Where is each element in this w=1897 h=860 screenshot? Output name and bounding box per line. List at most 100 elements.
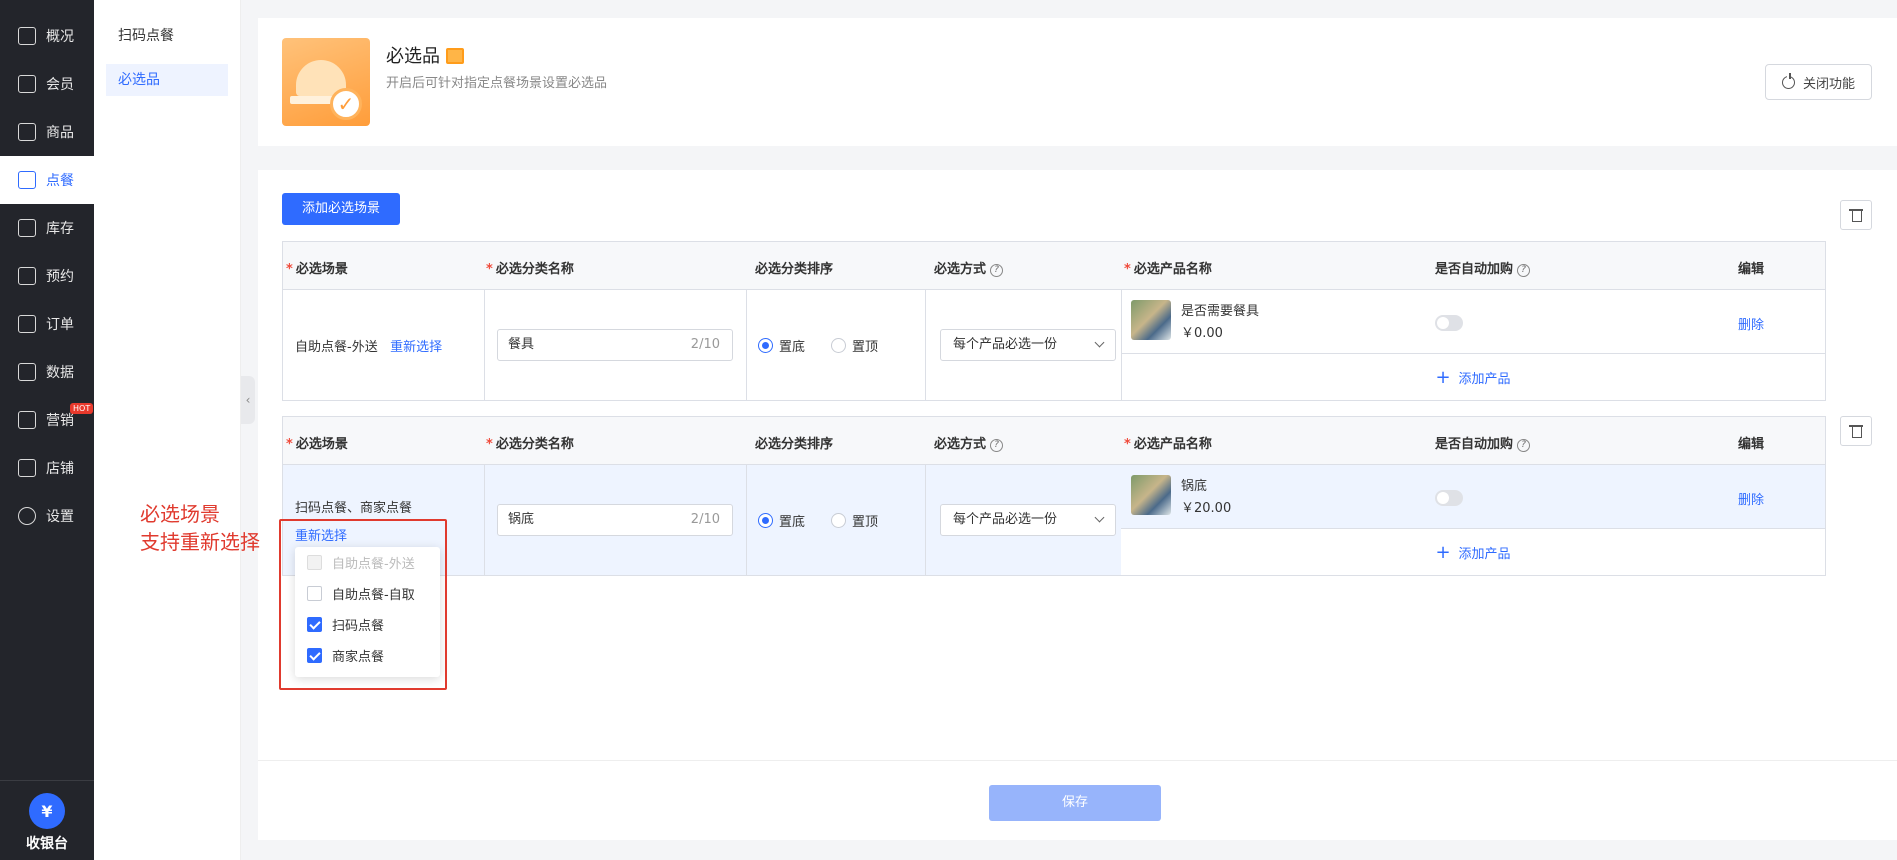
clipboard-icon (18, 315, 36, 333)
add-product-button[interactable]: + 添加产品 (1121, 529, 1825, 575)
subnav-item-scan-order[interactable]: 扫码点餐 (106, 20, 228, 52)
header-scene: * 必选场景 (286, 437, 348, 452)
radio-top[interactable]: 置顶 (831, 336, 878, 355)
nav-label: 预约 (46, 269, 74, 285)
chevron-left-icon: ‹ (245, 393, 251, 407)
nav-label: 商品 (46, 125, 74, 141)
annotation-text: 必选场景 支持重新选择 (140, 500, 260, 556)
trash-icon[interactable] (1840, 416, 1872, 446)
auto-add-toggle[interactable] (1435, 490, 1463, 506)
main-nav: 概况 会员 商品 点餐 库存 预约 订单 数据 营销 店铺 设置 HOT ¥ 收… (0, 0, 94, 860)
radio-top[interactable]: 置顶 (831, 511, 878, 530)
dish-icon (18, 171, 36, 189)
power-icon (1781, 72, 1795, 89)
radio-icon (831, 513, 846, 528)
nav-item-settings[interactable]: 设置 (0, 492, 94, 540)
product-name: 是否需要餐具 (1181, 304, 1260, 319)
nav-item-inventory[interactable]: 库存 (0, 204, 94, 252)
cashier-label: 收银台 (26, 836, 68, 852)
delete-link[interactable]: 删除 (1738, 489, 1764, 508)
nav-label: 设置 (46, 509, 74, 525)
footer-bar: 保存 (258, 760, 1897, 840)
header-order: 必选分类排序 (755, 437, 834, 452)
help-icon[interactable]: ? (990, 264, 1004, 277)
plus-icon: + (1435, 541, 1451, 563)
subnav-item-required-items[interactable]: 必选品 (106, 64, 228, 96)
marketing-icon (18, 411, 36, 429)
collapse-sidebar-button[interactable]: ‹ (241, 376, 255, 424)
hot-badge: HOT (70, 403, 94, 414)
check-icon: ✓ (330, 88, 362, 120)
scene-text: 自助点餐-外送 重新选择 (295, 340, 443, 355)
product-thumbnail (1131, 475, 1171, 515)
nav-item-booking[interactable]: 预约 (0, 252, 94, 300)
feature-badge-icon (446, 48, 464, 64)
header-edit: 编辑 (1738, 437, 1765, 452)
product-row: 锅底 ￥20.00 (1121, 465, 1825, 529)
product-row: 是否需要餐具 ￥0.00 (1121, 290, 1825, 354)
annotation-line: 支持重新选择 (140, 530, 260, 554)
crown-icon (18, 75, 36, 93)
radio-icon (831, 338, 846, 353)
nav-label: 订单 (46, 317, 74, 333)
monitor-chart-icon (18, 363, 36, 381)
trash-icon[interactable] (1840, 200, 1872, 230)
scene-text: 扫码点餐、商家点餐 (295, 501, 413, 516)
annotation-line: 必选场景 (140, 502, 220, 526)
nav-item-members[interactable]: 会员 (0, 60, 94, 108)
table-row: 扫码点餐、商家点餐 重新选择 锅底 2/10 置底 置顶 每个产品必选一份 锅底 … (283, 465, 1825, 575)
add-scene-button[interactable]: 添加必选场景 (282, 193, 401, 225)
cashier-icon: ¥ (29, 793, 65, 829)
inventory-icon (18, 219, 36, 237)
sub-nav: 扫码点餐 必选品 (94, 0, 241, 860)
settings-card: 添加必选场景 * 必选场景 * 必选分类名称 必选分类排序 必选方式? * 必选产品名… (258, 170, 1897, 840)
feature-title-text: 必选品 (386, 46, 440, 67)
nav-item-ordering[interactable]: 点餐 (0, 156, 94, 204)
shop-icon (18, 459, 36, 477)
char-counter: 2/10 (690, 512, 720, 527)
table-row: 自助点餐-外送 重新选择 餐具 2/10 置底 置顶 每个产品必选一份 是否需要餐… (283, 290, 1825, 400)
help-icon[interactable]: ? (990, 439, 1004, 452)
nav-label: 概况 (46, 29, 74, 45)
feature-image: ✓ (282, 38, 370, 126)
product-price: ￥20.00 (1181, 501, 1232, 516)
store-icon (18, 123, 36, 141)
annotation-box (279, 519, 447, 690)
chevron-down-icon (1094, 337, 1105, 348)
radio-bottom[interactable]: 置底 (758, 336, 805, 355)
header-auto-add: 是否自动加购? (1435, 258, 1531, 277)
nav-item-data[interactable]: 数据 (0, 348, 94, 396)
header-category: * 必选分类名称 (486, 437, 574, 452)
product-price: ￥0.00 (1181, 326, 1223, 341)
auto-add-toggle[interactable] (1435, 315, 1463, 331)
nav-item-shop[interactable]: 店铺 (0, 444, 94, 492)
close-feature-button[interactable]: 关闭功能 (1764, 64, 1872, 100)
cashier-button[interactable]: ¥ 收银台 (0, 780, 94, 860)
chevron-down-icon (1094, 512, 1105, 523)
header-product: * 必选产品名称 (1124, 262, 1212, 277)
help-icon[interactable]: ? (1517, 264, 1531, 277)
scene-table: * 必选场景 * 必选分类名称 必选分类排序 必选方式? * 必选产品名称 是否自动加… (282, 241, 1826, 401)
nav-item-orders[interactable]: 订单 (0, 300, 94, 348)
nav-label: 点餐 (46, 173, 74, 189)
product-thumbnail (1131, 300, 1171, 340)
header-mode: 必选方式? (934, 433, 1004, 452)
radio-icon (758, 513, 773, 528)
nav-label: 店铺 (46, 461, 74, 477)
reselect-link[interactable]: 重新选择 (390, 340, 442, 355)
mode-select[interactable]: 每个产品必选一份 (940, 504, 1116, 536)
gear-icon (18, 507, 36, 525)
category-input[interactable]: 餐具 2/10 (497, 329, 733, 361)
add-product-button[interactable]: + 添加产品 (1121, 354, 1825, 400)
radio-bottom[interactable]: 置底 (758, 511, 805, 530)
radio-icon (758, 338, 773, 353)
category-input[interactable]: 锅底 2/10 (497, 504, 733, 536)
header-edit: 编辑 (1738, 262, 1765, 277)
nav-item-overview[interactable]: 概况 (0, 12, 94, 60)
char-counter: 2/10 (690, 337, 720, 352)
delete-link[interactable]: 删除 (1738, 314, 1764, 333)
mode-select[interactable]: 每个产品必选一份 (940, 329, 1116, 361)
save-button[interactable]: 保存 (989, 785, 1161, 821)
help-icon[interactable]: ? (1517, 439, 1531, 452)
nav-item-products[interactable]: 商品 (0, 108, 94, 156)
